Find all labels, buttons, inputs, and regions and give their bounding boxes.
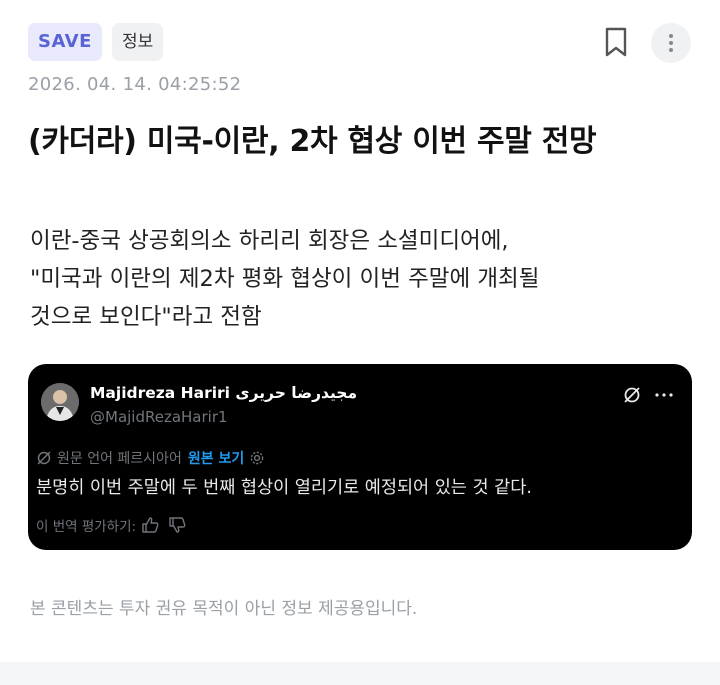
- embedded-tweet[interactable]: Majidreza Hariri مجیدرضا حریری @MajidRez…: [28, 364, 692, 550]
- body-line: 이란-중국 상공회의소 하리리 회장은 소셜미디어에,: [30, 228, 509, 254]
- tweet-more-icon[interactable]: [654, 386, 674, 408]
- rate-translation: 이 번역 평가하기:: [36, 515, 186, 535]
- more-vertical-icon: [669, 34, 673, 52]
- more-options-button[interactable]: [651, 23, 691, 63]
- timestamp: 2026. 04. 14. 04:25:52: [28, 74, 242, 95]
- body-line: 것으로 보인다"라고 전함: [30, 304, 262, 330]
- translation-info: 원문 언어 페르시아어 원본 보기: [36, 448, 265, 468]
- show-original-link[interactable]: 원본 보기: [188, 448, 244, 468]
- section-divider: [0, 662, 720, 685]
- settings-gear-icon[interactable]: [249, 450, 265, 466]
- thumbs-up-icon[interactable]: [142, 517, 159, 533]
- translate-icon: [37, 451, 51, 465]
- article-body: 이란-중국 상공회의소 하리리 회장은 소셜미디어에, "미국과 이란의 제2차…: [30, 222, 690, 336]
- tweet-text: 분명히 이번 주말에 두 번째 협상이 열리기로 예정되어 있는 것 같다.: [36, 478, 532, 498]
- category-badge: 정보: [112, 23, 164, 61]
- rate-translation-label: 이 번역 평가하기:: [36, 519, 137, 535]
- bookmark-icon[interactable]: [603, 26, 629, 58]
- save-badge: SAVE: [28, 23, 102, 61]
- tweet-display-name[interactable]: Majidreza Hariri مجیدرضا حریری: [90, 384, 357, 402]
- grok-icon[interactable]: [623, 386, 641, 408]
- thumbs-down-icon[interactable]: [169, 517, 186, 533]
- disclaimer-text: 본 콘텐츠는 투자 권유 목적이 아닌 정보 제공용입니다.: [30, 599, 418, 619]
- article-title: (카더라) 미국-이란, 2차 협상 이번 주말 전망: [28, 124, 597, 159]
- translated-from-label: 원문 언어 페르시아어: [57, 451, 182, 467]
- tweet-handle[interactable]: @MajidRezaHarir1: [90, 408, 228, 426]
- body-line: "미국과 이란의 제2차 평화 협상이 이번 주말에 개최될: [30, 266, 540, 292]
- avatar[interactable]: [41, 383, 79, 421]
